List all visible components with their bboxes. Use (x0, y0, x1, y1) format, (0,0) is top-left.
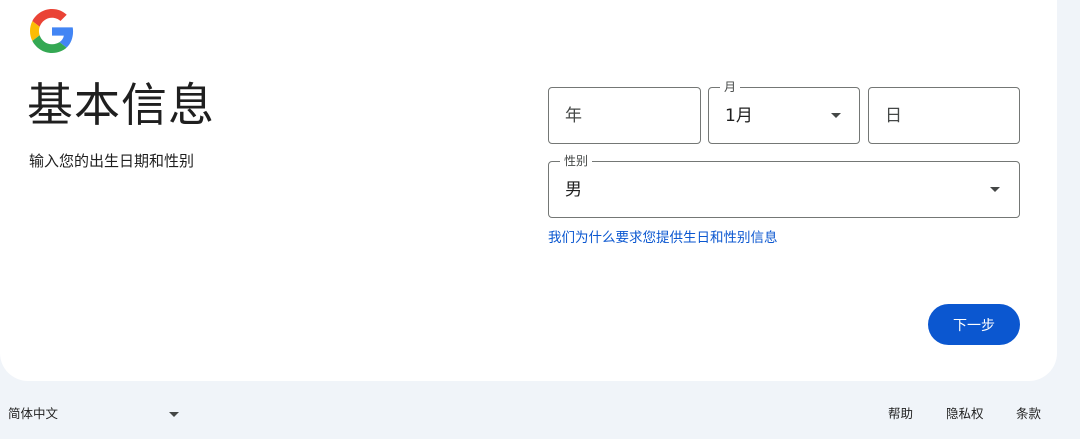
month-label: 月 (720, 79, 741, 95)
terms-link[interactable]: 条款 (1016, 404, 1041, 424)
day-field[interactable]: 日 (868, 87, 1020, 144)
help-link[interactable]: 帮助 (888, 404, 913, 424)
google-logo-icon (30, 9, 74, 53)
caret-down-icon (990, 187, 1000, 192)
privacy-link[interactable]: 隐私权 (946, 404, 984, 424)
month-select[interactable]: 月 1月 (708, 79, 860, 144)
page-title: 基本信息 (27, 78, 215, 132)
gender-select[interactable]: 性别 男 (548, 153, 1020, 218)
caret-down-icon (169, 412, 179, 417)
next-button[interactable]: 下一步 (928, 304, 1020, 345)
month-value: 1月 (725, 106, 753, 126)
gender-label: 性别 (560, 153, 593, 169)
year-placeholder: 年 (565, 106, 582, 126)
language-value: 简体中文 (8, 406, 59, 421)
language-select[interactable]: 简体中文 (8, 404, 184, 424)
caret-down-icon (831, 113, 841, 118)
day-placeholder: 日 (885, 106, 902, 126)
year-field[interactable]: 年 (548, 87, 701, 144)
page-subtitle: 输入您的出生日期和性别 (29, 152, 195, 170)
gender-value: 男 (565, 180, 582, 200)
why-birthday-gender-link[interactable]: 我们为什么要求您提供生日和性别信息 (548, 229, 778, 247)
